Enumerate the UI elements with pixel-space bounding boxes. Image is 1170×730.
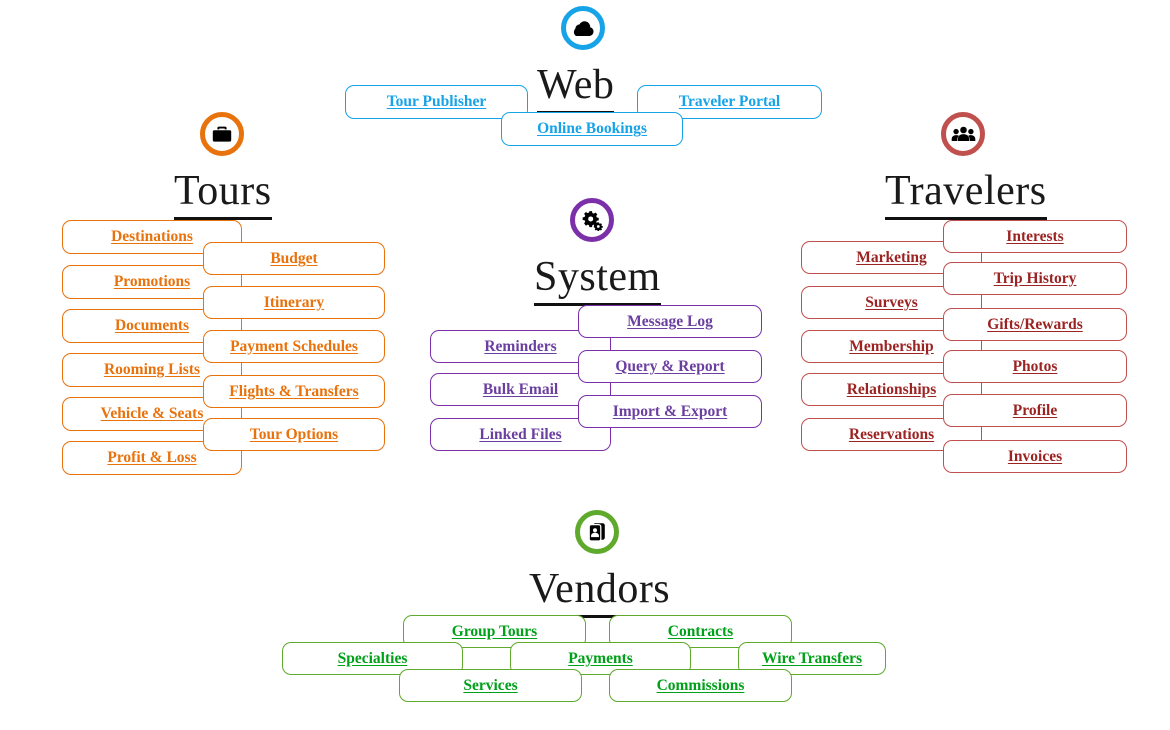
node-label: Linked Files — [479, 425, 562, 443]
node-label: Tour Options — [249, 425, 339, 443]
tours-section-title: Tours — [174, 170, 272, 220]
node-label: Gifts/Rewards — [987, 315, 1083, 333]
node-flights-transfers[interactable]: Flights & Transfers — [203, 375, 385, 408]
node-label: Interests — [1006, 227, 1064, 245]
briefcase-icon — [211, 124, 233, 144]
node-label: Payments — [568, 649, 633, 667]
node-label: Budget — [270, 249, 318, 267]
node-query-report[interactable]: Query & Report — [578, 350, 762, 383]
node-label: Reservations — [848, 425, 935, 443]
node-label: Invoices — [1007, 447, 1063, 465]
node-profile[interactable]: Profile — [943, 394, 1127, 427]
node-label: Contracts — [667, 622, 734, 640]
node-label: Promotions — [113, 273, 191, 291]
tours-briefcase-badge — [200, 112, 244, 156]
travelers-people-badge — [941, 112, 985, 156]
address-book-icon — [586, 521, 608, 543]
node-import-export[interactable]: Import & Export — [578, 395, 762, 428]
node-invoices[interactable]: Invoices — [943, 440, 1127, 473]
diagram-canvas: Web Tour Publisher Traveler Portal Onlin… — [0, 0, 1170, 730]
node-label: Online Bookings — [537, 120, 647, 138]
node-online-bookings[interactable]: Online Bookings — [501, 112, 683, 146]
node-label: Marketing — [856, 248, 927, 266]
node-label: Profit & Loss — [107, 449, 197, 467]
node-label: Vehicle & Seats — [100, 405, 204, 423]
node-label: Surveys — [865, 293, 918, 311]
system-section-title: System — [534, 256, 661, 306]
node-label: Services — [463, 676, 518, 694]
node-label: Specialties — [337, 649, 408, 667]
node-gifts-rewards[interactable]: Gifts/Rewards — [943, 308, 1127, 341]
node-label: Rooming Lists — [103, 361, 201, 379]
node-message-log[interactable]: Message Log — [578, 305, 762, 338]
node-services[interactable]: Services — [399, 669, 582, 702]
node-label: Tour Publisher — [386, 93, 487, 111]
node-label: Commissions — [656, 676, 745, 694]
node-commissions[interactable]: Commissions — [609, 669, 792, 702]
node-label: Relationships — [846, 380, 937, 398]
node-photos[interactable]: Photos — [943, 350, 1127, 383]
node-label: Payment Schedules — [230, 337, 358, 355]
node-label: Itinerary — [263, 293, 325, 311]
node-label: Group Tours — [451, 622, 538, 640]
node-label: Trip History — [993, 269, 1077, 287]
node-label: Photos — [1012, 357, 1058, 375]
vendors-address-book-badge — [575, 510, 619, 554]
node-label: Flights & Transfers — [229, 382, 359, 400]
node-label: Import & Export — [612, 402, 728, 420]
node-tour-options[interactable]: Tour Options — [203, 418, 385, 451]
travelers-section-title: Travelers — [885, 170, 1047, 220]
node-label: Reminders — [484, 337, 557, 355]
gears-icon — [580, 209, 604, 231]
cloud-icon — [571, 19, 595, 37]
node-trip-history[interactable]: Trip History — [943, 262, 1127, 295]
node-label: Query & Report — [615, 357, 725, 375]
node-label: Destinations — [111, 228, 193, 246]
people-group-icon — [951, 125, 976, 143]
node-budget[interactable]: Budget — [203, 242, 385, 275]
node-label: Bulk Email — [482, 380, 559, 398]
web-section-title: Web — [537, 64, 615, 114]
node-payment-schedules[interactable]: Payment Schedules — [203, 330, 385, 363]
node-tour-publisher[interactable]: Tour Publisher — [345, 85, 528, 119]
node-itinerary[interactable]: Itinerary — [203, 286, 385, 319]
node-interests[interactable]: Interests — [943, 220, 1127, 253]
node-label: Membership — [849, 337, 934, 355]
vendors-section-title: Vendors — [529, 568, 671, 618]
web-cloud-badge — [561, 6, 605, 50]
node-label: Wire Transfers — [761, 649, 863, 667]
node-label: Traveler Portal — [678, 93, 781, 111]
node-label: Profile — [1012, 401, 1058, 419]
node-label: Message Log — [627, 312, 713, 330]
node-label: Documents — [114, 317, 190, 335]
system-gears-badge — [570, 198, 614, 242]
